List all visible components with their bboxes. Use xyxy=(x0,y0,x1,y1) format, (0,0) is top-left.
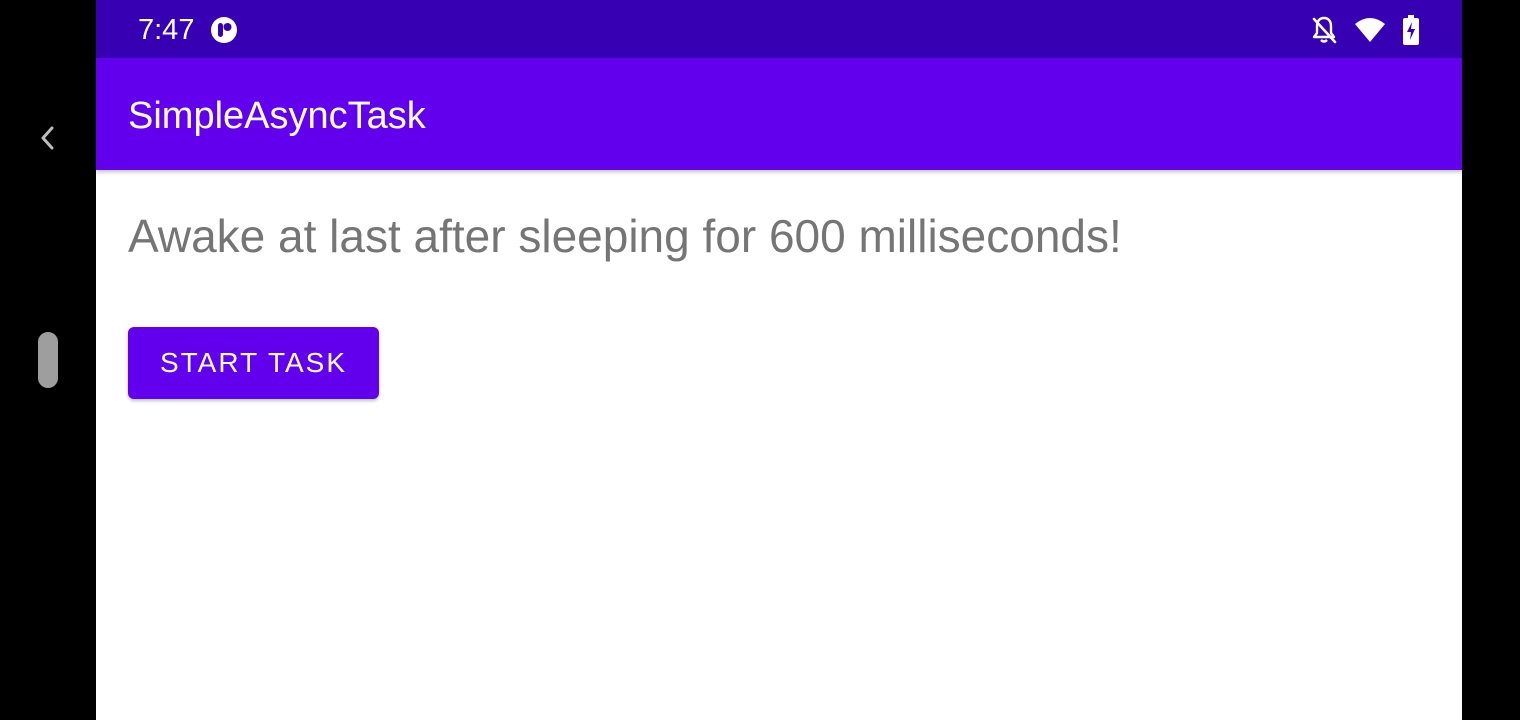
circle-app-icon xyxy=(211,17,237,43)
app-toolbar: SimpleAsyncTask xyxy=(96,58,1462,170)
battery-charging-icon xyxy=(1403,15,1419,45)
notifications-off-icon xyxy=(1312,16,1337,44)
start-task-button[interactable]: START TASK xyxy=(128,327,379,399)
device-screen: 7:47 SimpleAsyncTask Awake at last after… xyxy=(0,0,1520,720)
navigation-rail xyxy=(0,0,96,720)
result-text: Awake at last after sleeping for 600 mil… xyxy=(128,210,1122,262)
main-content: Awake at last after sleeping for 600 mil… xyxy=(96,170,1462,720)
status-bar: 7:47 xyxy=(96,0,1462,58)
home-pill[interactable] xyxy=(38,332,58,388)
back-button[interactable] xyxy=(28,118,68,158)
chevron-left-icon xyxy=(41,126,54,150)
wifi-icon xyxy=(1355,18,1385,42)
status-time: 7:47 xyxy=(138,14,195,46)
app-window: 7:47 SimpleAsyncTask Awake at last after… xyxy=(96,0,1462,720)
app-title: SimpleAsyncTask xyxy=(128,95,426,137)
status-icons xyxy=(1310,14,1420,46)
right-edge xyxy=(1462,0,1520,720)
